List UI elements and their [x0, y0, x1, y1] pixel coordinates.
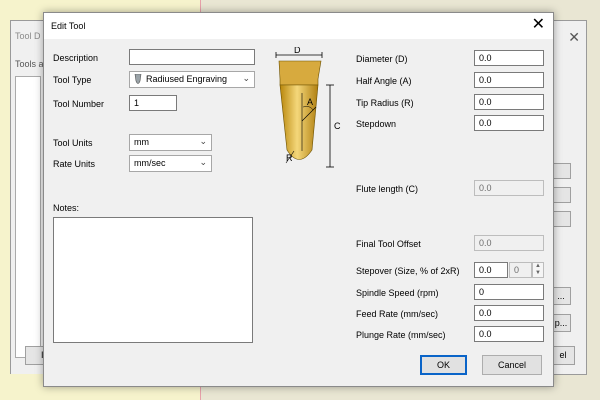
close-icon[interactable]: ✕: [532, 15, 545, 35]
chevron-down-icon: ⌄: [199, 157, 207, 167]
spindle-speed-input[interactable]: 0: [474, 284, 544, 300]
spindle-speed-label: Spindle Speed (rpm): [356, 288, 439, 298]
tip-radius-input[interactable]: 0.0: [474, 94, 544, 110]
tool-units-label: Tool Units: [53, 138, 93, 148]
chevron-down-icon: ⌄: [199, 136, 207, 146]
stepdown-label: Stepdown: [356, 119, 397, 129]
ok-button[interactable]: OK: [420, 355, 467, 375]
description-label: Description: [53, 53, 99, 63]
side-button-4[interactable]: ...: [551, 287, 571, 305]
tool-type-value: Radiused Engraving: [146, 74, 228, 84]
tool-tree[interactable]: [15, 76, 41, 358]
feed-rate-label: Feed Rate (mm/sec): [356, 309, 439, 319]
edit-tool-dialog: Edit Tool ✕ Description Tool Type Radius…: [43, 12, 554, 387]
close-icon[interactable]: ✕: [568, 29, 580, 46]
tool-units-select[interactable]: mm ⌄: [129, 134, 212, 151]
half-angle-label: Half Angle (A): [356, 76, 412, 86]
notes-textarea[interactable]: [53, 217, 253, 343]
rate-units-label: Rate Units: [53, 159, 96, 169]
flute-length-label: Flute length (C): [356, 184, 419, 194]
tools-label: Tools a: [15, 59, 44, 69]
tool-type-label: Tool Type: [53, 75, 92, 85]
tip-radius-label: Tip Radius (R): [356, 98, 414, 108]
flute-length-input[interactable]: 0.0: [474, 180, 544, 196]
cancel-button[interactable]: Cancel: [482, 355, 542, 375]
stepover-spinner[interactable]: ▲ ▼: [532, 262, 544, 278]
dialog-title: Edit Tool: [51, 21, 86, 31]
diameter-label: Diameter (D): [356, 54, 408, 64]
tool-diagram: D A C R: [275, 47, 341, 168]
side-button-6[interactable]: el: [551, 346, 575, 365]
feed-rate-input[interactable]: 0.0: [474, 305, 544, 321]
plunge-rate-input[interactable]: 0.0: [474, 326, 544, 342]
side-button-1[interactable]: [551, 163, 571, 179]
diagram-label-d: D: [294, 47, 301, 55]
side-button-2[interactable]: [551, 187, 571, 203]
engraving-bit-icon: [134, 74, 142, 84]
tool-database-title: Tool D: [15, 31, 41, 41]
final-offset-label: Final Tool Offset: [356, 239, 421, 249]
rate-units-value: mm/sec: [134, 158, 166, 168]
title-bar: Edit Tool ✕: [44, 13, 553, 39]
plunge-rate-label: Plunge Rate (mm/sec): [356, 330, 446, 340]
final-offset-input[interactable]: 0.0: [474, 235, 544, 251]
notes-label: Notes:: [53, 203, 80, 213]
tool-number-input[interactable]: 1: [129, 95, 177, 111]
rate-units-select[interactable]: mm/sec ⌄: [129, 155, 212, 172]
tool-number-label: Tool Number: [53, 99, 105, 109]
tool-units-value: mm: [134, 137, 149, 147]
diagram-label-r: R: [286, 153, 293, 163]
description-input[interactable]: [129, 49, 255, 65]
half-angle-input[interactable]: 0.0: [474, 72, 544, 88]
diagram-label-c: C: [334, 121, 341, 131]
stepdown-input[interactable]: 0.0: [474, 115, 544, 131]
diameter-input[interactable]: 0.0: [474, 50, 544, 66]
chevron-down-icon: ⌄: [242, 73, 250, 83]
stepover-input[interactable]: 0.0: [474, 262, 508, 278]
tool-type-select[interactable]: Radiused Engraving ⌄: [129, 71, 255, 88]
stepover-label: Stepover (Size, % of 2xR): [356, 266, 460, 276]
side-button-5[interactable]: p...: [551, 314, 571, 332]
diagram-label-a: A: [307, 97, 313, 107]
side-button-3[interactable]: [551, 211, 571, 227]
stepover-percent-input[interactable]: 0: [509, 262, 532, 278]
